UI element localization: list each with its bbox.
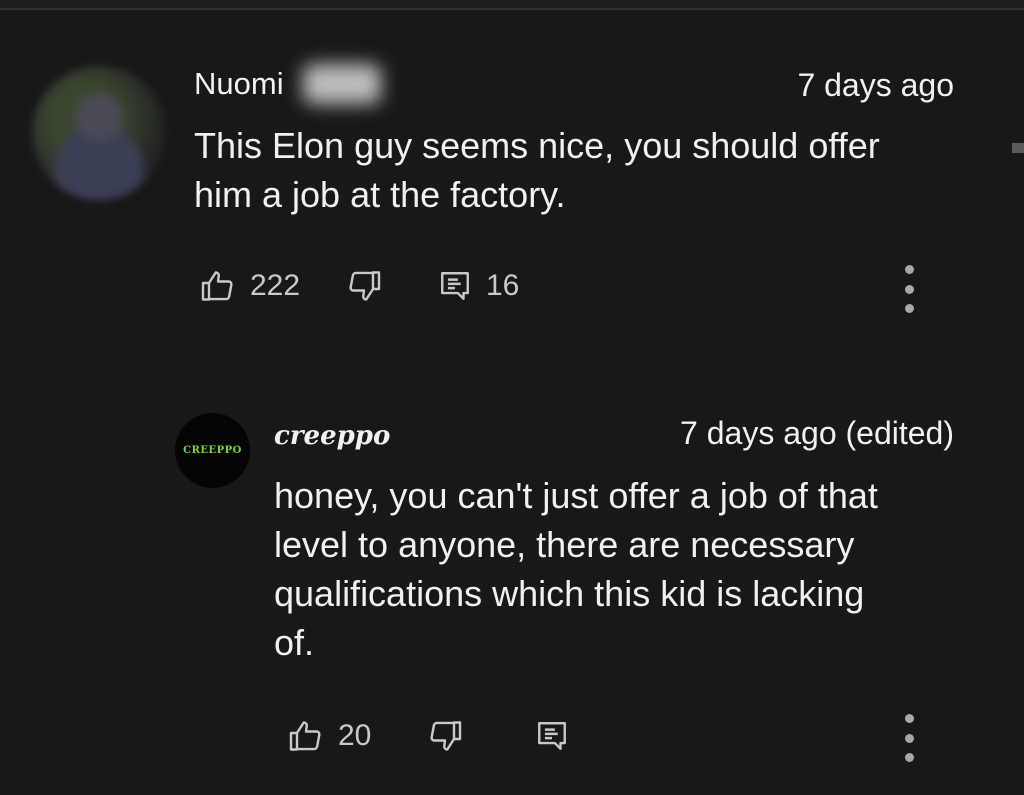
comment-timestamp[interactable]: 7 days ago (797, 67, 954, 104)
comment-timestamp[interactable]: 7 days ago (edited) (680, 415, 954, 452)
like-count: 20 (338, 719, 372, 752)
more-icon[interactable] (899, 265, 919, 313)
avatar-logo-text: CREEPPO (183, 445, 242, 456)
top-divider (0, 0, 1024, 10)
comment-text-line: of. (274, 622, 315, 663)
comment-text-line: him a job at the factory. (194, 174, 566, 215)
scrollbar-thumb[interactable] (1012, 143, 1024, 153)
comment-author[interactable]: Nuomi (194, 66, 284, 102)
dislike-button[interactable] (427, 718, 463, 754)
like-button[interactable]: 222 (200, 268, 300, 304)
comment-text-line: qualifications which this kid is lacking (274, 573, 865, 614)
dislike-button[interactable] (346, 268, 382, 304)
dislike-icon (427, 718, 463, 754)
avatar[interactable] (32, 66, 166, 200)
comment-text-line: level to anyone, there are necessary (274, 524, 855, 565)
reply-button[interactable]: 16 (438, 268, 519, 304)
dislike-icon (346, 268, 382, 304)
reply-icon (438, 268, 472, 304)
reply-icon (535, 718, 569, 754)
redacted-name-blur (303, 64, 381, 104)
comment-text: honey, you can't just offer a job of tha… (274, 471, 878, 667)
like-icon (200, 268, 236, 304)
avatar[interactable]: CREEPPO (175, 413, 250, 488)
comment-text-line: honey, you can't just offer a job of tha… (274, 475, 878, 516)
like-button[interactable]: 20 (288, 718, 371, 754)
comment-author[interactable]: creeppo (274, 421, 390, 451)
comment-text: This Elon guy seems nice, you should off… (194, 121, 880, 219)
comment-text-line: This Elon guy seems nice, you should off… (194, 125, 880, 166)
more-icon[interactable] (899, 714, 919, 762)
like-icon (288, 718, 324, 754)
reply-count: 16 (486, 269, 520, 302)
reply-button[interactable] (535, 718, 569, 754)
like-count: 222 (250, 269, 301, 302)
